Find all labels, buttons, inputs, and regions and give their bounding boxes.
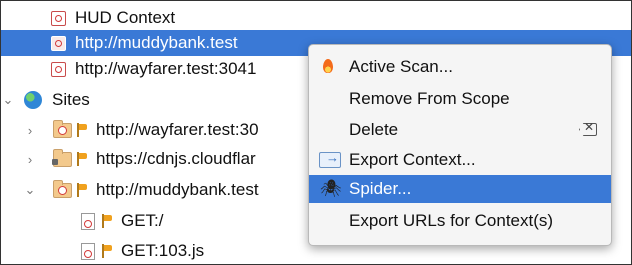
menu-item-export-context[interactable]: Export Context... — [309, 146, 611, 174]
flame-icon — [319, 59, 339, 75]
menu-item-label: Delete — [349, 120, 399, 139]
flag-icon — [101, 244, 113, 258]
file-icon — [81, 212, 95, 230]
tree-node-label: http://wayfarer.test:30 — [96, 120, 259, 139]
chevron-down-icon[interactable]: ⌄ — [1, 92, 15, 108]
chevron-right-icon[interactable]: › — [23, 152, 37, 167]
context-icon — [51, 10, 66, 26]
folder-lock-icon — [52, 148, 72, 167]
context-menu: Active Scan... Remove From Scope Delete … — [308, 44, 612, 246]
flag-icon — [76, 183, 88, 197]
folder-icon — [53, 179, 72, 198]
tree-node-label: Sites — [52, 90, 90, 109]
tree-node-label: http://muddybank.test — [75, 33, 238, 52]
tree-node-label: http://muddybank.test — [96, 180, 259, 199]
chevron-right-icon[interactable]: › — [23, 123, 37, 138]
tree-node-context-hud[interactable]: HUD Context — [1, 5, 631, 31]
menu-item-active-scan[interactable]: Active Scan... — [309, 53, 611, 81]
tree-node-label: GET:/ — [121, 211, 164, 230]
globe-icon — [24, 91, 42, 109]
tree-node-label: GET:103.js — [121, 241, 205, 260]
menu-item-remove-from-scope[interactable]: Remove From Scope — [309, 85, 611, 113]
menu-item-label: Spider... — [349, 179, 412, 198]
folder-icon — [53, 119, 72, 138]
context-icon — [51, 61, 66, 77]
file-icon — [81, 242, 95, 260]
menu-item-delete[interactable]: Delete ✕ — [309, 116, 611, 144]
sites-tree-panel: HUD Context http://muddybank.test http:/… — [0, 0, 632, 265]
menu-item-export-urls[interactable]: Export URLs for Context(s) — [309, 207, 611, 235]
menu-item-label: Export URLs for Context(s) — [349, 211, 554, 230]
export-icon — [319, 150, 341, 168]
menu-item-label: Active Scan... — [349, 57, 453, 76]
tree-node-label: http://wayfarer.test:3041 — [75, 59, 257, 78]
delete-key-x-icon: ✕ — [583, 120, 594, 134]
chevron-down-icon[interactable]: ⌄ — [23, 182, 37, 198]
context-icon — [51, 35, 66, 51]
flag-icon — [76, 123, 88, 137]
spider-icon: 🕷 — [320, 179, 342, 198]
flag-icon — [101, 214, 113, 228]
flag-icon — [76, 152, 88, 166]
menu-item-label: Export Context... — [349, 150, 476, 169]
tree-node-label: https://cdnjs.cloudflar — [96, 149, 256, 168]
menu-item-label: Remove From Scope — [349, 89, 510, 108]
tree-node-label: HUD Context — [75, 8, 176, 27]
menu-item-spider[interactable]: 🕷 Spider... — [309, 175, 611, 203]
